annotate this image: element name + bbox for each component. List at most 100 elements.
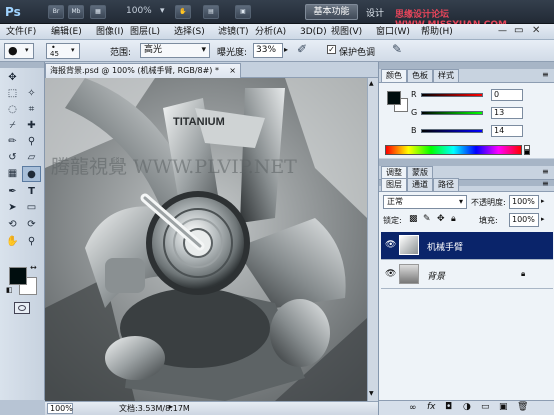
- foreground-color[interactable]: [9, 267, 27, 285]
- menu-help[interactable]: 帮助(H): [421, 26, 453, 38]
- workspace-button[interactable]: 基本功能: [305, 4, 358, 20]
- zoom-dropdown-icon[interactable]: ▾: [160, 6, 165, 16]
- hand-icon[interactable]: ✋: [175, 5, 191, 19]
- brush-picker[interactable]: • 45 ▾: [46, 43, 80, 59]
- swap-colors-icon[interactable]: ↔: [30, 263, 37, 272]
- arrange-icon[interactable]: ▤: [203, 5, 219, 19]
- adjustment-layer-icon[interactable]: ◑: [463, 402, 471, 412]
- pen-icon[interactable]: ✒: [3, 184, 22, 200]
- zoom-icon[interactable]: ⚲: [22, 234, 41, 250]
- menu-image[interactable]: 图像(I): [96, 26, 124, 38]
- range-select[interactable]: 高光 ▾: [140, 43, 210, 58]
- menu-view[interactable]: 视图(V): [331, 26, 362, 38]
- menu-file[interactable]: 文件(F): [6, 26, 36, 38]
- add-mask-icon[interactable]: ◘: [445, 402, 452, 412]
- path-select-icon[interactable]: ➤: [3, 200, 22, 216]
- input-b[interactable]: 14: [491, 125, 523, 137]
- lock-all-icon[interactable]: 🔒︎: [451, 214, 456, 224]
- dodge-tool-icon[interactable]: ●: [22, 166, 41, 182]
- canvas[interactable]: TITANIUM 腾龍視覺 WWW.PLVIP.NET: [45, 78, 367, 401]
- heal-icon[interactable]: ✚: [22, 118, 41, 134]
- tab-swatches[interactable]: 色板: [407, 69, 433, 82]
- color-fg-swatch[interactable]: [387, 91, 401, 105]
- screen-mode-icon[interactable]: ▣: [235, 5, 251, 19]
- airbrush-icon[interactable]: ✐: [297, 42, 307, 56]
- slider-b[interactable]: [421, 129, 483, 133]
- input-r[interactable]: 0: [491, 89, 523, 101]
- scroll-down-icon[interactable]: ▼: [369, 390, 374, 397]
- menu-3d[interactable]: 3D(D): [300, 26, 327, 38]
- 3d-rotate-icon[interactable]: ⟲: [3, 217, 22, 233]
- menu-analysis[interactable]: 分析(A): [255, 26, 286, 38]
- new-layer-icon[interactable]: ▣: [499, 402, 508, 412]
- new-group-icon[interactable]: ▭: [481, 402, 490, 412]
- menu-select[interactable]: 选择(S): [174, 26, 205, 38]
- toolbar-grip[interactable]: [0, 62, 44, 68]
- tab-color[interactable]: 颜色: [381, 69, 407, 82]
- visibility-eye-icon[interactable]: 👁︎: [385, 269, 396, 279]
- close-icon[interactable]: ✕: [532, 25, 540, 36]
- hand-tool-icon[interactable]: ✋: [3, 234, 22, 250]
- blend-mode-select[interactable]: 正常 ▾: [383, 195, 467, 209]
- exposure-slider-arrow[interactable]: ▸: [284, 45, 288, 54]
- visibility-eye-icon[interactable]: 👁︎: [385, 240, 396, 250]
- layer-name[interactable]: 背景: [427, 269, 445, 282]
- panel-grip[interactable]: [379, 62, 554, 69]
- fill-slider-arrow[interactable]: ▸: [541, 215, 545, 223]
- slider-r[interactable]: [421, 93, 483, 97]
- document-tab[interactable]: 海报背景.psd @ 100% (机械手臂, RGB/8#) * ×: [45, 63, 241, 78]
- gradient-icon[interactable]: ▦: [3, 166, 22, 182]
- menu-window[interactable]: 窗口(W): [376, 26, 410, 38]
- shape-icon[interactable]: ▭: [22, 200, 41, 216]
- quick-mask-icon[interactable]: [14, 302, 30, 314]
- slider-g[interactable]: [421, 111, 483, 115]
- opacity-input[interactable]: 100%: [509, 195, 539, 209]
- tab-layers[interactable]: 图层: [381, 178, 407, 191]
- layer-row-arm[interactable]: 👁︎ 机械手臂: [381, 232, 553, 260]
- pressure-icon[interactable]: ✎: [392, 42, 402, 56]
- brush-icon[interactable]: ✏: [3, 134, 22, 150]
- 3d-camera-icon[interactable]: ⟳: [22, 217, 41, 233]
- menu-layer[interactable]: 图层(L): [130, 26, 160, 38]
- menu-filter[interactable]: 滤镜(T): [218, 26, 249, 38]
- marquee-icon[interactable]: ⬚: [3, 86, 22, 102]
- status-menu-icon[interactable]: ▸: [169, 402, 173, 411]
- lock-transparent-icon[interactable]: ▩: [409, 214, 418, 224]
- maximize-icon[interactable]: ▭: [514, 25, 523, 36]
- magic-wand-icon[interactable]: ✧: [22, 86, 41, 102]
- lock-pixels-icon[interactable]: ✎: [423, 214, 431, 224]
- eraser-icon[interactable]: ▱: [22, 150, 41, 166]
- status-zoom[interactable]: 100%: [47, 403, 73, 414]
- menu-edit[interactable]: 编辑(E): [51, 26, 82, 38]
- panel-menu-icon[interactable]: ≡: [542, 70, 549, 79]
- tool-preset-picker[interactable]: ● ▾: [4, 43, 34, 59]
- tab-paths[interactable]: 路径: [433, 178, 459, 191]
- protect-tones-checkbox[interactable]: ✓: [327, 45, 336, 54]
- vertical-scrollbar[interactable]: ▲ ▼: [367, 78, 378, 401]
- opacity-slider-arrow[interactable]: ▸: [541, 197, 545, 205]
- type-icon[interactable]: T: [22, 184, 41, 200]
- eyedropper-icon[interactable]: ⌿: [3, 118, 22, 134]
- minimize-icon[interactable]: —: [498, 26, 507, 36]
- fill-input[interactable]: 100%: [509, 213, 539, 227]
- bridge-icon[interactable]: Br: [48, 5, 64, 19]
- panel-menu-icon-2[interactable]: ≡: [542, 167, 549, 176]
- fx-icon[interactable]: fx: [427, 402, 436, 412]
- design-workspace[interactable]: 设计: [366, 6, 384, 19]
- default-colors-icon[interactable]: ◧: [6, 286, 13, 294]
- link-layers-icon[interactable]: ∞: [409, 403, 417, 413]
- lock-position-icon[interactable]: ✥: [437, 214, 445, 224]
- tab-channels[interactable]: 通道: [407, 178, 433, 191]
- extras-icon[interactable]: ▦: [90, 5, 106, 19]
- delete-layer-icon[interactable]: 🗑︎: [517, 402, 528, 412]
- minibridge-icon[interactable]: Mb: [68, 5, 84, 19]
- input-g[interactable]: 13: [491, 107, 523, 119]
- ramp-black[interactable]: [524, 150, 530, 155]
- panel-grip-2[interactable]: [379, 159, 554, 166]
- tab-styles[interactable]: 样式: [433, 69, 459, 82]
- layer-row-background[interactable]: 👁︎ 背景 🔒︎: [381, 261, 553, 289]
- close-document-icon[interactable]: ×: [229, 64, 236, 77]
- move-icon[interactable]: ✥: [3, 70, 22, 86]
- crop-icon[interactable]: ⌗: [22, 102, 41, 118]
- titlebar-zoom[interactable]: 100%: [126, 6, 152, 16]
